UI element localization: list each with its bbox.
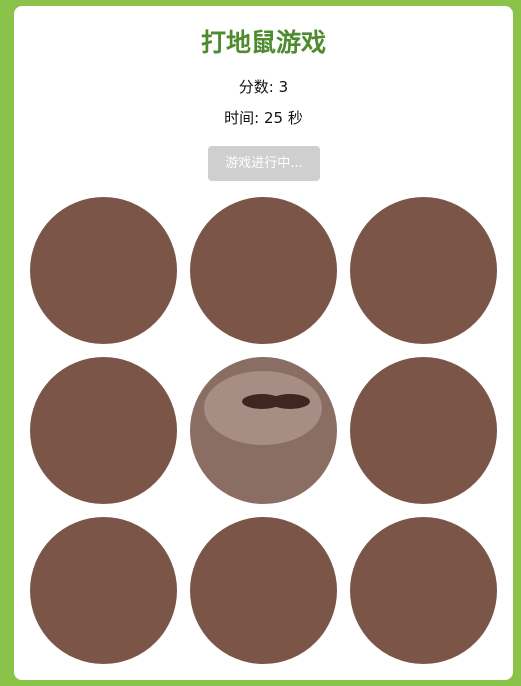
- hole-1[interactable]: [30, 197, 177, 344]
- score-display: 分数: 3: [14, 78, 513, 96]
- time-display: 时间: 25 秒: [14, 109, 513, 127]
- mole-grid: [30, 197, 497, 664]
- hole-2[interactable]: [190, 197, 337, 344]
- game-card: 打地鼠游戏 分数: 3 时间: 25 秒 游戏进行中...: [14, 6, 513, 680]
- hole-4[interactable]: [30, 357, 177, 504]
- hole-6[interactable]: [350, 357, 497, 504]
- game-title: 打地鼠游戏: [200, 28, 326, 57]
- score-label: 分数:: [238, 78, 274, 96]
- mole-right-eye: [270, 394, 310, 409]
- hole-3[interactable]: [350, 197, 497, 344]
- time-value: 25: [263, 109, 284, 127]
- score-value: 3: [278, 78, 289, 96]
- time-unit: 秒: [287, 109, 303, 127]
- hole-8[interactable]: [190, 517, 337, 664]
- hole-7[interactable]: [30, 517, 177, 664]
- time-label: 时间:: [224, 109, 260, 127]
- hole-9[interactable]: [350, 517, 497, 664]
- hole-5[interactable]: [190, 357, 337, 504]
- game-page: { "game": { "title": "打地鼠游戏", "score_lab…: [0, 0, 521, 686]
- start-button[interactable]: 游戏进行中...: [208, 146, 320, 181]
